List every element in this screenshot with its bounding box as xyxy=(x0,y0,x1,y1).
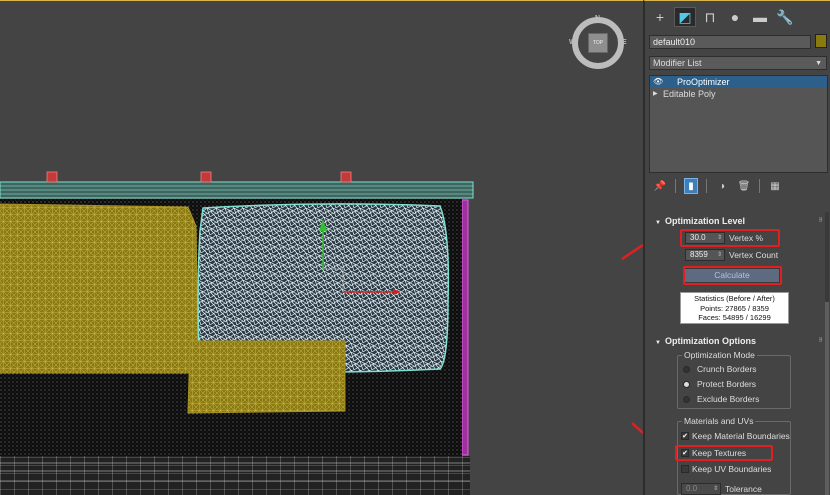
display-tab-icon[interactable]: ▬ xyxy=(749,7,771,27)
command-panel-tabs: + ◩ ⊓ ● ▬ 🔧 xyxy=(649,7,796,29)
stack-item-prooptimizer[interactable]: 👁 ProOptimizer xyxy=(650,76,827,88)
modify-tab-icon[interactable]: ◩ xyxy=(674,7,696,27)
motion-tab-icon[interactable]: ● xyxy=(724,7,746,27)
stack-toolbar: 📌 ▮ ◑ 🗑 ▦ xyxy=(653,178,782,194)
checkbox-keep-uv-boundaries[interactable]: Keep UV Boundaries xyxy=(681,464,771,474)
expand-triangle-icon[interactable]: ▶ xyxy=(653,88,663,100)
rollout-optimization-options-header[interactable]: ▼ Optimization Options ⠿ xyxy=(651,335,825,347)
compass-north: N xyxy=(595,15,601,22)
object-color-swatch[interactable] xyxy=(815,34,827,48)
stats-points: Points: 27865 / 8359 xyxy=(700,303,769,313)
vertex-percent-input[interactable]: 30.0 ⇕ xyxy=(685,232,725,244)
stack-item-label: ProOptimizer xyxy=(677,77,730,87)
dropdown-arrow-icon: ▼ xyxy=(815,60,822,67)
scrollbar-thumb[interactable] xyxy=(825,302,829,495)
modifier-stack[interactable]: 👁 ProOptimizer ▶ Editable Poly xyxy=(649,75,828,173)
show-end-result-icon[interactable]: ▮ xyxy=(684,178,698,194)
utilities-tab-icon[interactable]: 🔧 xyxy=(774,7,796,27)
hierarchy-tab-icon[interactable]: ⊓ xyxy=(699,7,721,27)
pin-stack-icon[interactable]: 📌 xyxy=(653,178,667,194)
rollout-optimization-level-header[interactable]: ▼ Optimization Level ⠿ xyxy=(651,215,825,227)
collapse-icon: ▼ xyxy=(655,340,661,346)
checkmark-icon: ✔ xyxy=(681,449,689,457)
vertex-count-input[interactable]: 8359 ⇕ xyxy=(685,249,725,261)
vertex-count-spinner[interactable]: 8359 ⇕ Vertex Count xyxy=(685,249,778,261)
object-name-field[interactable]: default010 xyxy=(649,35,811,49)
spinner-arrows-icon[interactable]: ⇕ xyxy=(717,233,722,243)
optimization-mode-title: Optimization Mode xyxy=(682,350,757,360)
create-tab-icon[interactable]: + xyxy=(649,7,671,27)
radio-crunch-borders[interactable]: Crunch Borders xyxy=(683,364,757,374)
modifier-list-label: Modifier List xyxy=(653,58,702,68)
modifier-list-dropdown[interactable]: Modifier List ▼ xyxy=(649,56,827,70)
calculate-button[interactable]: Calculate xyxy=(684,268,780,283)
compass-east: E xyxy=(622,39,627,46)
spinner-arrows-icon[interactable]: ⇕ xyxy=(713,484,718,494)
scene-wireframe xyxy=(0,171,474,495)
collapse-icon: ▼ xyxy=(655,220,661,226)
configure-modifier-sets-icon[interactable]: ▦ xyxy=(768,178,782,194)
compass-west: W xyxy=(569,39,576,46)
checkbox-keep-material-boundaries[interactable]: ✔ Keep Material Boundaries xyxy=(681,431,790,441)
make-unique-icon[interactable]: ◑ xyxy=(715,178,729,194)
tolerance-spinner[interactable]: 0.0 ⇕ Tolerance xyxy=(681,483,762,495)
callout-arrow-2 xyxy=(631,422,643,434)
viewport-perspective[interactable]: TOP N S W E xyxy=(0,0,643,495)
statistics-box: Statistics (Before / After) Points: 2786… xyxy=(680,292,789,324)
materials-uvs-title: Materials and UVs xyxy=(682,416,756,426)
tolerance-label: Tolerance xyxy=(725,484,762,494)
callout-arrow-1 xyxy=(621,243,643,261)
compass-south: S xyxy=(595,63,600,70)
radio-exclude-borders[interactable]: Exclude Borders xyxy=(683,394,759,404)
stats-faces: Faces: 54895 / 16299 xyxy=(698,313,771,322)
panel-scrollbar[interactable] xyxy=(825,212,829,495)
spinner-arrows-icon[interactable]: ⇕ xyxy=(717,250,722,260)
checkmark-icon: ✔ xyxy=(681,432,689,440)
rollout-grip-icon[interactable]: ⠿ xyxy=(818,335,823,347)
remove-modifier-icon[interactable]: 🗑 xyxy=(737,178,751,194)
vertex-percent-label: Vertex % xyxy=(729,233,764,243)
stats-title: Statistics (Before / After) xyxy=(694,294,775,303)
tolerance-input[interactable]: 0.0 ⇕ xyxy=(681,483,721,495)
vertex-count-label: Vertex Count xyxy=(729,250,779,260)
viewcube[interactable]: TOP N S W E xyxy=(569,15,627,70)
stack-item-editable-poly[interactable]: ▶ Editable Poly xyxy=(650,88,827,100)
rollout-grip-icon[interactable]: ⠿ xyxy=(818,215,823,227)
checkbox-keep-textures[interactable]: ✔ Keep Textures xyxy=(681,448,746,458)
radio-protect-borders[interactable]: Protect Borders xyxy=(683,379,756,389)
stack-item-label: Editable Poly xyxy=(663,89,716,99)
vertex-percent-spinner[interactable]: 30.0 ⇕ Vertex % xyxy=(685,232,763,244)
viewcube-face[interactable]: TOP xyxy=(588,33,608,53)
eye-icon[interactable]: 👁 xyxy=(653,76,667,88)
